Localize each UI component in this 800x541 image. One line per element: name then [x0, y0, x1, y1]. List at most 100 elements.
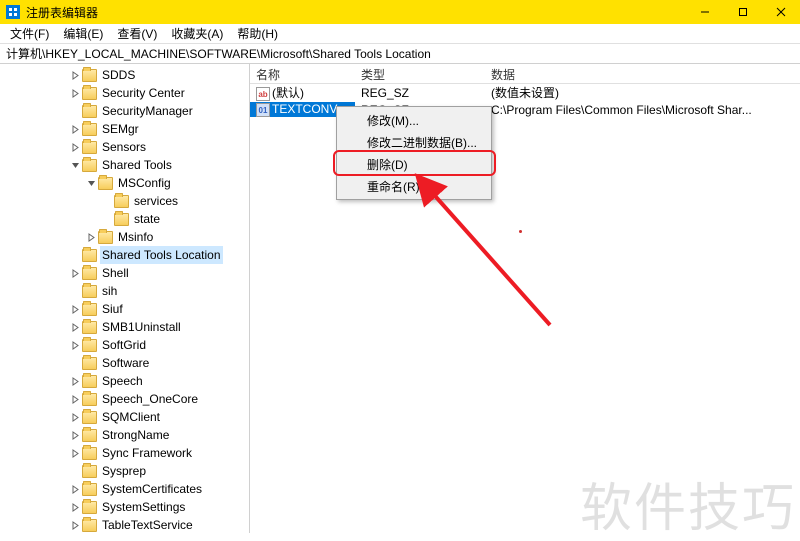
tree-pane[interactable]: SDDSSecurity CenterSecurityManagerSEMgrS… — [0, 64, 250, 533]
chevron-down-icon[interactable] — [68, 161, 82, 170]
tree-node[interactable]: Sync Framework — [4, 444, 249, 462]
folder-icon — [82, 501, 97, 514]
list-pane[interactable]: 名称 类型 数据 ab(默认)REG_SZ(数值未设置)01TEXTCONVRE… — [250, 64, 800, 533]
tree-node[interactable]: Security Center — [4, 84, 249, 102]
chevron-right-icon[interactable] — [68, 431, 82, 440]
address-text: 计算机\HKEY_LOCAL_MACHINE\SOFTWARE\Microsof… — [6, 45, 431, 62]
col-header-type[interactable]: 类型 — [355, 64, 485, 83]
tree-node[interactable]: SystemCertificates — [4, 480, 249, 498]
cell-data: C:\Program Files\Common Files\Microsoft … — [485, 103, 800, 117]
list-header: 名称 类型 数据 — [250, 64, 800, 84]
tree-node[interactable]: Sensors — [4, 138, 249, 156]
context-menu-item[interactable]: 修改二进制数据(B)... — [339, 131, 489, 153]
folder-icon — [82, 393, 97, 406]
chevron-down-icon[interactable] — [84, 179, 98, 188]
chevron-right-icon[interactable] — [68, 125, 82, 134]
chevron-right-icon[interactable] — [68, 269, 82, 278]
folder-icon — [82, 123, 97, 136]
folder-icon — [114, 195, 129, 208]
folder-icon — [82, 465, 97, 478]
tree-node[interactable]: Software — [4, 354, 249, 372]
tree-node[interactable]: Siuf — [4, 300, 249, 318]
titlebar: 注册表编辑器 — [0, 0, 800, 24]
chevron-right-icon[interactable] — [68, 485, 82, 494]
tree-node-label: Sensors — [100, 138, 148, 156]
folder-icon — [82, 519, 97, 532]
tree-node[interactable]: SQMClient — [4, 408, 249, 426]
tree-node[interactable]: SDDS — [4, 66, 249, 84]
chevron-right-icon[interactable] — [68, 323, 82, 332]
tree-node[interactable]: SoftGrid — [4, 336, 249, 354]
maximize-button[interactable] — [724, 0, 762, 24]
folder-icon — [82, 87, 97, 100]
context-menu-item[interactable]: 重命名(R) — [339, 175, 489, 197]
tree-node[interactable]: MSConfig — [4, 174, 249, 192]
window-title: 注册表编辑器 — [26, 4, 686, 21]
tree-node-label: SoftGrid — [100, 336, 148, 354]
tree-node[interactable]: TableTextService — [4, 516, 249, 533]
string-value-icon: ab — [256, 87, 270, 101]
tree-node[interactable]: Shared Tools Location — [4, 246, 249, 264]
tree-node-label: Speech — [100, 372, 145, 390]
chevron-right-icon[interactable] — [68, 503, 82, 512]
chevron-right-icon[interactable] — [68, 305, 82, 314]
chevron-right-icon[interactable] — [68, 89, 82, 98]
tree-node-label: Sysprep — [100, 462, 148, 480]
tree-node[interactable]: Sysprep — [4, 462, 249, 480]
context-menu-item[interactable]: 修改(M)... — [339, 109, 489, 131]
folder-icon — [82, 249, 97, 262]
folder-icon — [82, 429, 97, 442]
cell-data: (数值未设置) — [485, 84, 800, 101]
menu-item[interactable]: 查看(V) — [111, 23, 163, 44]
chevron-right-icon[interactable] — [68, 449, 82, 458]
tree-node-label: Shell — [100, 264, 131, 282]
tree-node[interactable]: Msinfo — [4, 228, 249, 246]
chevron-right-icon[interactable] — [84, 233, 98, 242]
list-row[interactable]: 01TEXTCONVREG_SZC:\Program Files\Common … — [250, 101, 800, 118]
folder-icon — [82, 303, 97, 316]
chevron-right-icon[interactable] — [68, 143, 82, 152]
tree-node[interactable]: Shared Tools — [4, 156, 249, 174]
tree-node[interactable]: StrongName — [4, 426, 249, 444]
tree-node[interactable]: Shell — [4, 264, 249, 282]
folder-icon — [82, 285, 97, 298]
menubar: 文件(F)编辑(E)查看(V)收藏夹(A)帮助(H) — [0, 24, 800, 44]
tree-node-label: Shared Tools Location — [100, 246, 223, 264]
chevron-right-icon[interactable] — [68, 413, 82, 422]
tree-node[interactable]: sih — [4, 282, 249, 300]
tree-node[interactable]: SEMgr — [4, 120, 249, 138]
col-header-name[interactable]: 名称 — [250, 64, 355, 83]
chevron-right-icon[interactable] — [68, 521, 82, 530]
menu-item[interactable]: 收藏夹(A) — [165, 23, 229, 44]
tree-node-label: Software — [100, 354, 151, 372]
close-button[interactable] — [762, 0, 800, 24]
chevron-right-icon[interactable] — [68, 71, 82, 80]
chevron-right-icon[interactable] — [68, 341, 82, 350]
chevron-right-icon[interactable] — [68, 395, 82, 404]
binary-value-icon: 01 — [256, 103, 270, 117]
tree-node[interactable]: services — [4, 192, 249, 210]
cell-name: ab(默认) — [250, 84, 355, 102]
menu-item[interactable]: 帮助(H) — [231, 23, 284, 44]
tree-node[interactable]: SecurityManager — [4, 102, 249, 120]
address-bar[interactable]: 计算机\HKEY_LOCAL_MACHINE\SOFTWARE\Microsof… — [0, 44, 800, 64]
col-header-data[interactable]: 数据 — [485, 64, 800, 83]
chevron-right-icon[interactable] — [68, 377, 82, 386]
tree-node[interactable]: SystemSettings — [4, 498, 249, 516]
list-row[interactable]: ab(默认)REG_SZ(数值未设置) — [250, 84, 800, 101]
tree-node-label: TableTextService — [100, 516, 195, 533]
menu-item[interactable]: 文件(F) — [4, 23, 55, 44]
folder-icon — [82, 339, 97, 352]
minimize-button[interactable] — [686, 0, 724, 24]
menu-item[interactable]: 编辑(E) — [57, 23, 109, 44]
tree-node[interactable]: SMB1Uninstall — [4, 318, 249, 336]
folder-icon — [82, 159, 97, 172]
tree-node-label: MSConfig — [116, 174, 173, 192]
tree-node[interactable]: state — [4, 210, 249, 228]
tree-node[interactable]: Speech — [4, 372, 249, 390]
tree-node-label: sih — [100, 282, 119, 300]
folder-icon — [82, 321, 97, 334]
tree-node[interactable]: Speech_OneCore — [4, 390, 249, 408]
tree-node-label: SMB1Uninstall — [100, 318, 183, 336]
context-menu-item[interactable]: 删除(D) — [339, 153, 489, 175]
